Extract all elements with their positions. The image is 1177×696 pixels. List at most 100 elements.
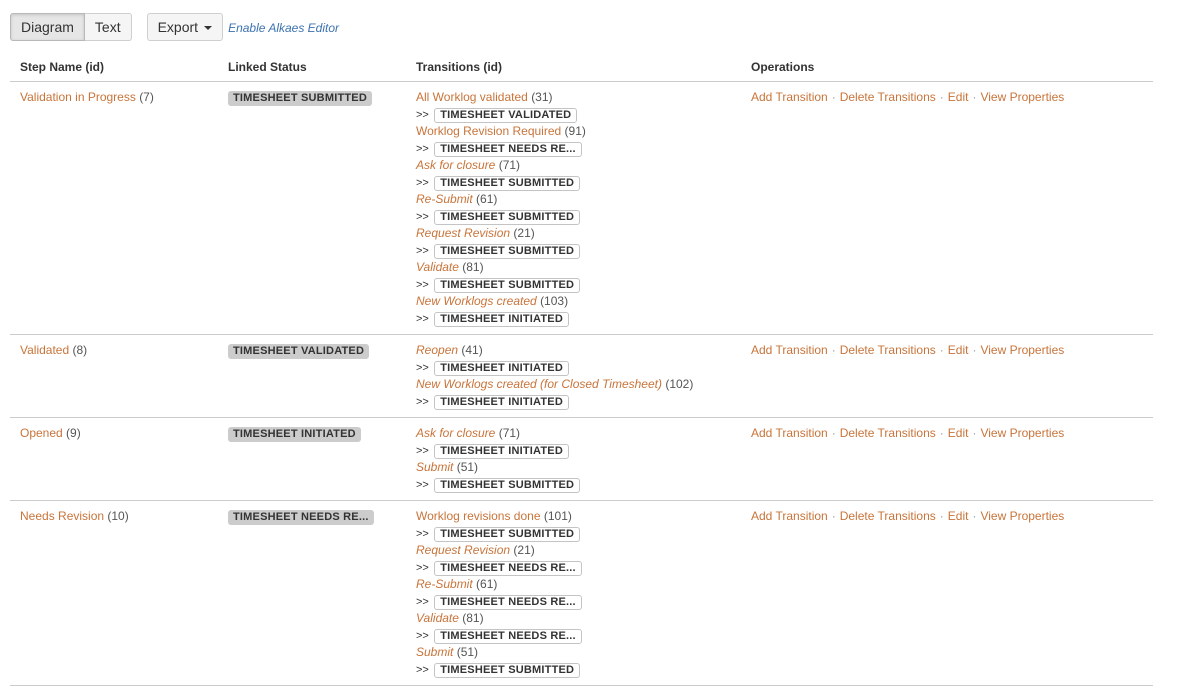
transition-link[interactable]: Ask for closure bbox=[416, 158, 495, 172]
delete-transitions-link[interactable]: Delete Transitions bbox=[840, 90, 936, 104]
delete-transitions-link[interactable]: Delete Transitions bbox=[840, 343, 936, 357]
transition-link[interactable]: Validate bbox=[416, 611, 459, 625]
view-properties-link[interactable]: View Properties bbox=[980, 426, 1064, 440]
transition-target-row: >> TIMESHEET NEEDS RE... bbox=[416, 559, 731, 577]
view-properties-link[interactable]: View Properties bbox=[980, 343, 1064, 357]
separator-dot: · bbox=[939, 426, 944, 440]
enable-alkaes-editor-link[interactable]: Enable Alkaes Editor bbox=[228, 21, 339, 35]
transition-id: (51) bbox=[456, 645, 479, 659]
edit-link[interactable]: Edit bbox=[948, 90, 969, 104]
transition-id: (101) bbox=[543, 509, 572, 523]
column-header-transitions: Transitions (id) bbox=[406, 58, 741, 82]
target-status-lozenge: TIMESHEET INITIATED bbox=[434, 360, 569, 376]
transition-link[interactable]: Re-Submit bbox=[416, 192, 473, 206]
transition-id: (51) bbox=[456, 460, 479, 474]
transition-link[interactable]: Worklog Revision Required bbox=[416, 124, 561, 138]
separator-dot: · bbox=[939, 90, 944, 104]
transition-link[interactable]: New Worklogs created (for Closed Timeshe… bbox=[416, 377, 662, 391]
transition-id: (71) bbox=[498, 426, 521, 440]
arrow-icon: >> bbox=[416, 663, 429, 676]
separator-dot: · bbox=[972, 90, 977, 104]
transition-link[interactable]: Reopen bbox=[416, 343, 458, 357]
transition-link[interactable]: Submit bbox=[416, 460, 453, 474]
step-name-link[interactable]: Needs Revision bbox=[20, 509, 104, 523]
arrow-icon: >> bbox=[416, 361, 429, 374]
target-status-lozenge: TIMESHEET NEEDS RE... bbox=[434, 628, 582, 644]
transition-link[interactable]: Request Revision bbox=[416, 226, 510, 240]
transition-item: All Worklog validated (31) bbox=[416, 89, 731, 106]
arrow-icon: >> bbox=[416, 210, 429, 223]
transition-link[interactable]: Re-Submit bbox=[416, 577, 473, 591]
delete-transitions-link[interactable]: Delete Transitions bbox=[840, 509, 936, 523]
transition-target-row: >> TIMESHEET SUBMITTED bbox=[416, 242, 731, 260]
transition-id: (21) bbox=[513, 543, 535, 557]
step-id: (8) bbox=[72, 343, 88, 357]
transition-link[interactable]: Validate bbox=[416, 260, 459, 274]
transition-link[interactable]: Request Revision bbox=[416, 543, 510, 557]
arrow-icon: >> bbox=[416, 244, 429, 257]
transition-link[interactable]: Worklog revisions done bbox=[416, 509, 541, 523]
add-transition-link[interactable]: Add Transition bbox=[751, 509, 828, 523]
transition-item: New Worklogs created (for Closed Timeshe… bbox=[416, 376, 731, 393]
arrow-icon: >> bbox=[416, 108, 429, 121]
operations-cell: Add Transition · Delete Transitions · Edit · V… bbox=[741, 334, 1153, 418]
target-status-lozenge: TIMESHEET INITIATED bbox=[434, 394, 569, 410]
transition-id: (81) bbox=[462, 260, 484, 274]
target-status-lozenge: TIMESHEET NEEDS RE... bbox=[434, 141, 582, 157]
arrow-icon: >> bbox=[416, 278, 429, 291]
target-status-lozenge: TIMESHEET INITIATED bbox=[434, 311, 569, 327]
transitions-cell: All Worklog validated (31) >> TIMESHEET V… bbox=[406, 81, 741, 335]
transition-link[interactable]: All Worklog validated bbox=[416, 90, 528, 104]
transition-id: (81) bbox=[462, 611, 484, 625]
transition-target-row: >> TIMESHEET SUBMITTED bbox=[416, 208, 731, 226]
transition-item: Ask for closure (71) bbox=[416, 425, 731, 442]
add-transition-link[interactable]: Add Transition bbox=[751, 343, 828, 357]
transition-item: Validate (81) bbox=[416, 610, 731, 627]
step-row: Needs Revision (10) TIMESHEET NEEDS RE...… bbox=[10, 500, 1153, 686]
transitions-cell: Reopen (41) >> TIMESHEET INITIATED New Wor… bbox=[406, 334, 741, 418]
arrow-icon: >> bbox=[416, 444, 429, 457]
delete-transitions-link[interactable]: Delete Transitions bbox=[840, 426, 936, 440]
arrow-icon: >> bbox=[416, 527, 429, 540]
transition-target-row: >> TIMESHEET INITIATED bbox=[416, 359, 731, 377]
transition-link[interactable]: Submit bbox=[416, 645, 453, 659]
step-name-cell: Validation in Progress (7) bbox=[10, 81, 218, 335]
linked-status-cell: TIMESHEET INITIATED bbox=[218, 417, 406, 501]
target-status-lozenge: TIMESHEET SUBMITTED bbox=[434, 243, 581, 259]
transition-target-row: >> TIMESHEET SUBMITTED bbox=[416, 276, 731, 294]
edit-link[interactable]: Edit bbox=[948, 426, 969, 440]
step-name-link[interactable]: Validation in Progress bbox=[20, 90, 136, 104]
view-properties-link[interactable]: View Properties bbox=[980, 509, 1064, 523]
arrow-icon: >> bbox=[416, 176, 429, 189]
add-transition-link[interactable]: Add Transition bbox=[751, 426, 828, 440]
target-status-lozenge: TIMESHEET VALIDATED bbox=[434, 107, 578, 123]
transition-link[interactable]: Ask for closure bbox=[416, 426, 495, 440]
export-dropdown-button[interactable]: Export bbox=[146, 13, 224, 41]
transition-item: Reopen (41) bbox=[416, 342, 731, 359]
step-name-link[interactable]: Validated bbox=[20, 343, 69, 357]
transition-item: Submit (51) bbox=[416, 644, 731, 661]
transitions-cell: Worklog revisions done (101) >> TIMESHEET… bbox=[406, 500, 741, 686]
add-transition-link[interactable]: Add Transition bbox=[751, 90, 828, 104]
workflow-steps-table: Step Name (id) Linked Status Transitions… bbox=[10, 58, 1153, 686]
transition-id: (41) bbox=[461, 343, 483, 357]
step-name-cell: Opened (9) bbox=[10, 417, 218, 501]
linked-status-cell: TIMESHEET SUBMITTED bbox=[218, 81, 406, 335]
transition-link[interactable]: New Worklogs created bbox=[416, 294, 537, 308]
edit-link[interactable]: Edit bbox=[948, 509, 969, 523]
step-name-link[interactable]: Opened bbox=[20, 426, 63, 440]
arrow-icon: >> bbox=[416, 478, 429, 491]
transition-id: (102) bbox=[665, 377, 694, 391]
arrow-icon: >> bbox=[416, 312, 429, 325]
edit-link[interactable]: Edit bbox=[948, 343, 969, 357]
target-status-lozenge: TIMESHEET SUBMITTED bbox=[434, 662, 581, 678]
view-properties-link[interactable]: View Properties bbox=[980, 90, 1064, 104]
text-view-button[interactable]: Text bbox=[84, 13, 132, 41]
transition-item: New Worklogs created (103) bbox=[416, 293, 731, 310]
diagram-view-button[interactable]: Diagram bbox=[10, 13, 85, 41]
separator-dot: · bbox=[939, 509, 944, 523]
arrow-icon: >> bbox=[416, 142, 429, 155]
transition-id: (103) bbox=[540, 294, 569, 308]
step-row: Opened (9) TIMESHEET INITIATED Ask for clo… bbox=[10, 417, 1153, 501]
separator-dot: · bbox=[972, 426, 977, 440]
